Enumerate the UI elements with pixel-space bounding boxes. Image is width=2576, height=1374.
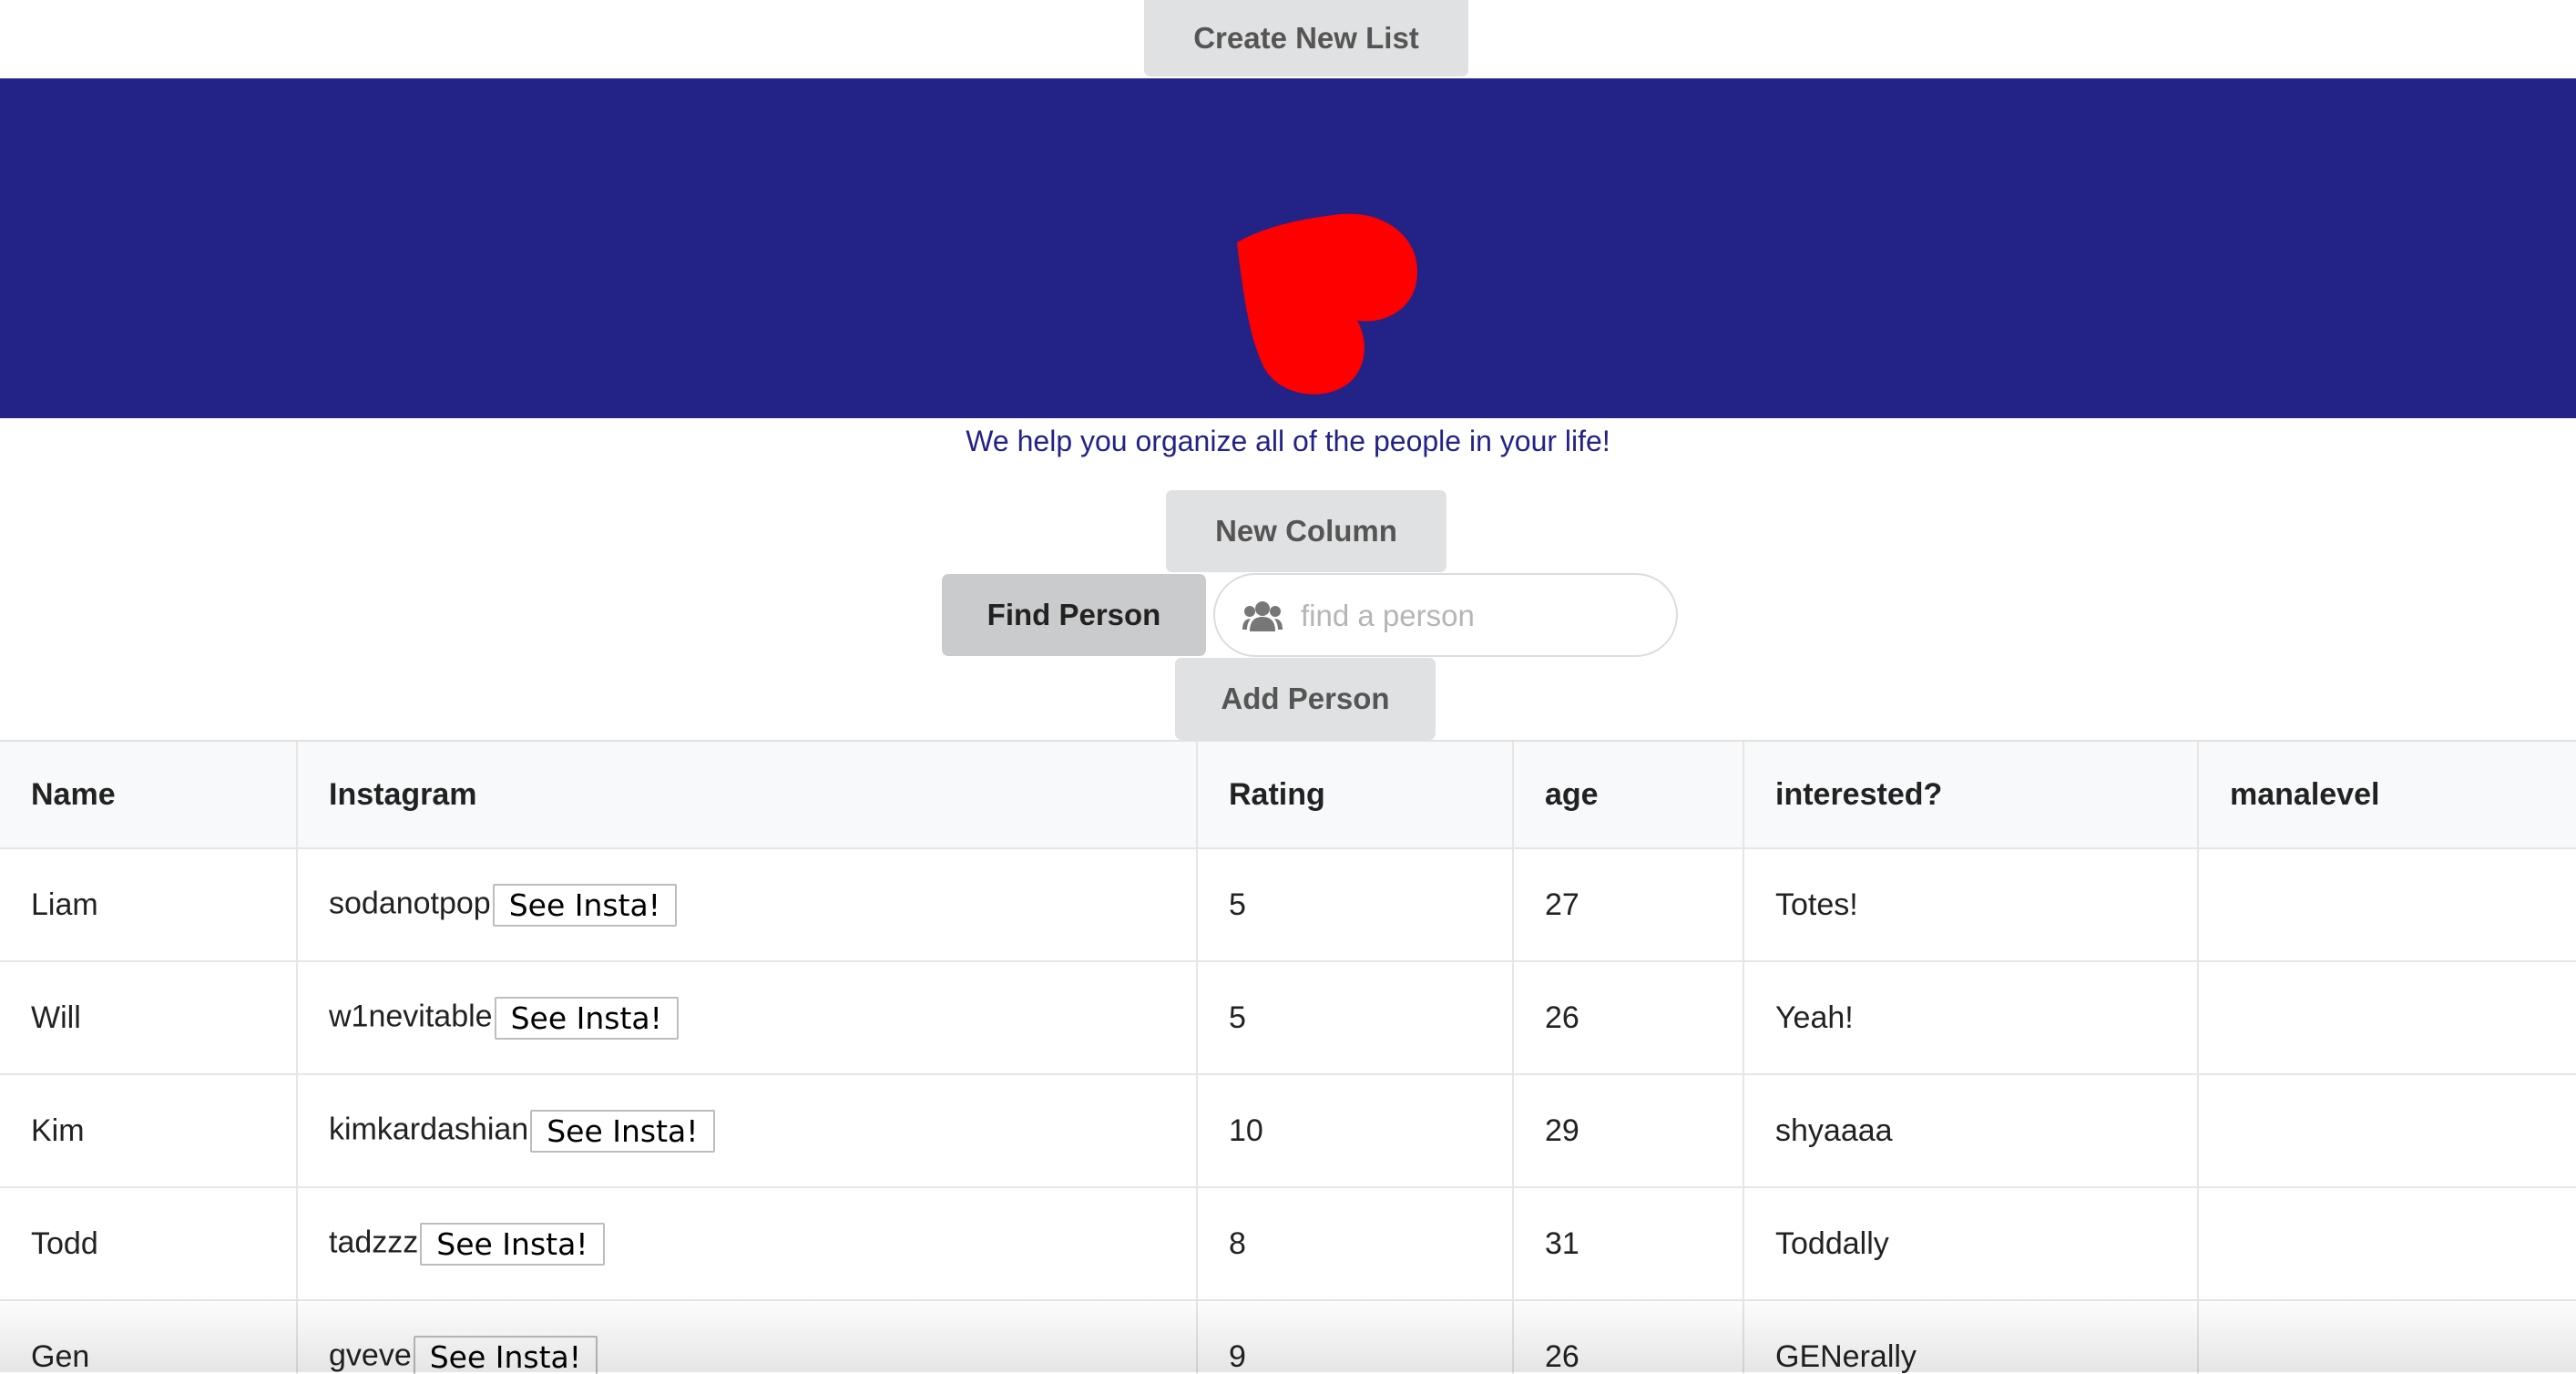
hero-banner: Welcome to DateABase bbox=[0, 78, 2576, 418]
users-icon bbox=[1242, 599, 1283, 635]
table-row: Will w1nevitableSee Insta! 5 26 Yeah! bbox=[0, 961, 2576, 1074]
column-header-interested: interested? bbox=[1743, 742, 2198, 848]
add-person-button[interactable]: Add Person bbox=[1175, 658, 1436, 740]
column-header-manalevel: manalevel bbox=[2198, 742, 2576, 848]
cell-manalevel bbox=[2198, 1187, 2576, 1300]
see-insta-button[interactable]: See Insta! bbox=[493, 884, 677, 927]
tagline: We help you organize all of the people i… bbox=[0, 421, 2576, 461]
search-field[interactable] bbox=[1213, 573, 1678, 657]
cell-name: Todd bbox=[0, 1187, 297, 1300]
cell-age: 26 bbox=[1513, 1300, 1743, 1374]
cell-name: Will bbox=[0, 961, 297, 1074]
cell-manalevel bbox=[2198, 848, 2576, 961]
search-input[interactable] bbox=[1299, 588, 1658, 644]
cell-name: Kim bbox=[0, 1074, 297, 1187]
create-new-list-button[interactable]: Create New List bbox=[1144, 0, 1468, 77]
cell-rating: 8 bbox=[1197, 1187, 1513, 1300]
find-person-button[interactable]: Find Person bbox=[942, 574, 1206, 656]
see-insta-button[interactable]: See Insta! bbox=[530, 1110, 714, 1153]
people-table: Name Instagram Rating age interested? ma… bbox=[0, 740, 2576, 1374]
instagram-handle: tadzzz bbox=[329, 1225, 418, 1259]
see-insta-button[interactable]: See Insta! bbox=[495, 997, 679, 1040]
instagram-handle: w1nevitable bbox=[329, 999, 493, 1033]
heart-icon bbox=[1224, 206, 1425, 415]
cell-instagram: kimkardashianSee Insta! bbox=[297, 1074, 1197, 1187]
cell-age: 27 bbox=[1513, 848, 1743, 961]
cell-manalevel bbox=[2198, 1074, 2576, 1187]
cell-instagram: tadzzzSee Insta! bbox=[297, 1187, 1197, 1300]
instagram-handle: sodanotpop bbox=[329, 886, 491, 920]
column-header-name: Name bbox=[0, 742, 297, 848]
cell-rating: 9 bbox=[1197, 1300, 1513, 1374]
cell-name: Gen bbox=[0, 1300, 297, 1374]
cell-instagram: gveveSee Insta! bbox=[297, 1300, 1197, 1374]
cell-rating: 5 bbox=[1197, 848, 1513, 961]
cell-interested: shyaaaa bbox=[1743, 1074, 2198, 1187]
table-row: Gen gveveSee Insta! 9 26 GENerally bbox=[0, 1300, 2576, 1374]
see-insta-button[interactable]: See Insta! bbox=[414, 1336, 598, 1374]
cell-age: 31 bbox=[1513, 1187, 1743, 1300]
cell-interested: Yeah! bbox=[1743, 961, 2198, 1074]
cell-manalevel bbox=[2198, 1300, 2576, 1374]
table-header-row: Name Instagram Rating age interested? ma… bbox=[0, 742, 2576, 848]
cell-instagram: w1nevitableSee Insta! bbox=[297, 961, 1197, 1074]
new-column-button[interactable]: New Column bbox=[1166, 490, 1446, 572]
table-row: Liam sodanotpopSee Insta! 5 27 Totes! bbox=[0, 848, 2576, 961]
cell-age: 26 bbox=[1513, 961, 1743, 1074]
cell-interested: GENerally bbox=[1743, 1300, 2198, 1374]
cell-rating: 5 bbox=[1197, 961, 1513, 1074]
cell-age: 29 bbox=[1513, 1074, 1743, 1187]
instagram-handle: kimkardashian bbox=[329, 1112, 528, 1146]
table-row: Kim kimkardashianSee Insta! 10 29 shyaaa… bbox=[0, 1074, 2576, 1187]
cell-interested: Toddally bbox=[1743, 1187, 2198, 1300]
cell-instagram: sodanotpopSee Insta! bbox=[297, 848, 1197, 961]
column-header-instagram: Instagram bbox=[297, 742, 1197, 848]
cell-name: Liam bbox=[0, 848, 297, 961]
column-header-rating: Rating bbox=[1197, 742, 1513, 848]
instagram-handle: gveve bbox=[329, 1338, 412, 1372]
see-insta-button[interactable]: See Insta! bbox=[420, 1223, 604, 1266]
table-row: Todd tadzzzSee Insta! 8 31 Toddally bbox=[0, 1187, 2576, 1300]
cell-rating: 10 bbox=[1197, 1074, 1513, 1187]
cell-manalevel bbox=[2198, 961, 2576, 1074]
cell-interested: Totes! bbox=[1743, 848, 2198, 961]
column-header-age: age bbox=[1513, 742, 1743, 848]
